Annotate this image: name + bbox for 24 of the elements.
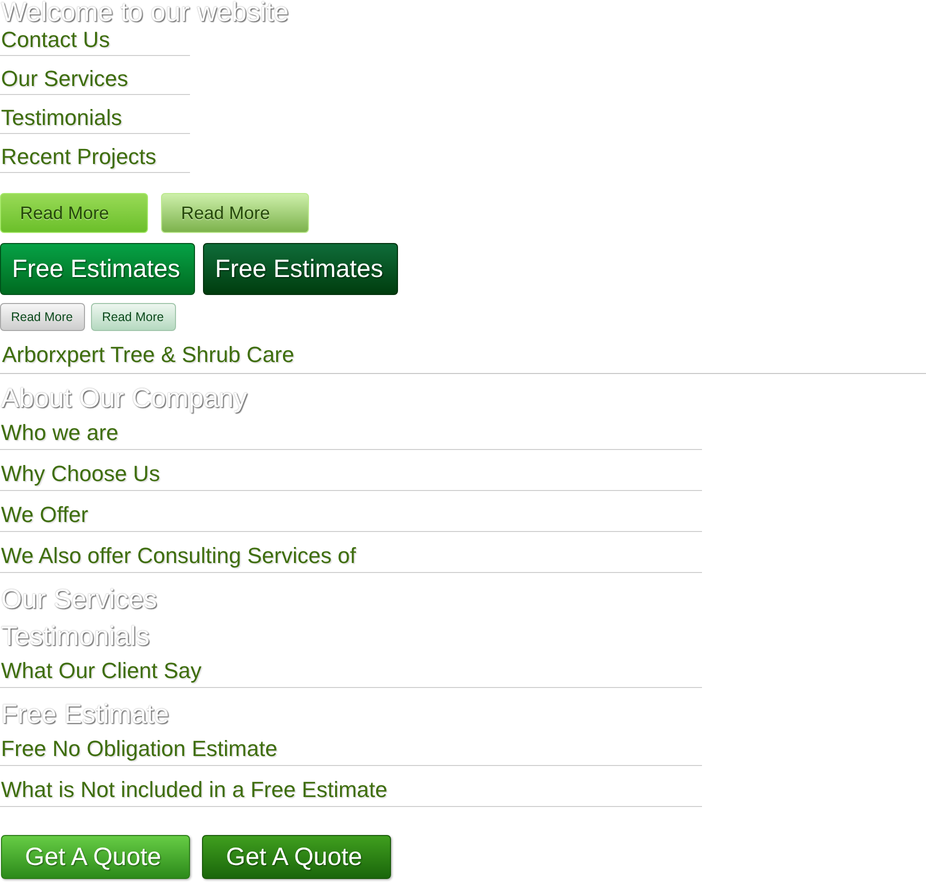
action-button[interactable]: Read More <box>161 193 309 233</box>
nav-link[interactable]: What is Not included in a Free Estimate <box>1 777 388 803</box>
menu-link[interactable]: Contact Us <box>1 27 110 53</box>
section-heading: About Our Company <box>0 385 248 412</box>
action-button[interactable]: Free Estimates <box>0 243 195 295</box>
action-button[interactable]: Read More <box>0 303 85 331</box>
section-heading: Free Estimate <box>0 701 170 728</box>
section-heading: Testimonials <box>0 623 150 650</box>
menu-link[interactable]: Testimonials <box>1 105 122 131</box>
nav-link[interactable]: Who we are <box>1 420 118 446</box>
menu-link[interactable]: Recent Projects <box>1 144 156 170</box>
action-button[interactable]: Free Estimates <box>203 243 398 295</box>
action-button[interactable]: Read More <box>91 303 176 331</box>
action-button[interactable]: Get A Quote <box>202 835 391 879</box>
nav-link[interactable]: What Our Client Say <box>1 658 202 684</box>
site-title: Arborxpert Tree & Shrub Care <box>2 342 294 368</box>
menu-link[interactable]: Our Services <box>1 66 128 92</box>
nav-link[interactable]: Free No Obligation Estimate <box>1 736 278 762</box>
nav-link[interactable]: We Offer <box>1 502 88 528</box>
nav-link[interactable]: Why Choose Us <box>1 461 160 487</box>
action-button[interactable]: Read More <box>0 193 148 233</box>
section-heading: Welcome to our website <box>0 0 289 26</box>
nav-link[interactable]: We Also offer Consulting Services of <box>1 543 356 569</box>
section-heading: Our Services <box>0 586 158 613</box>
